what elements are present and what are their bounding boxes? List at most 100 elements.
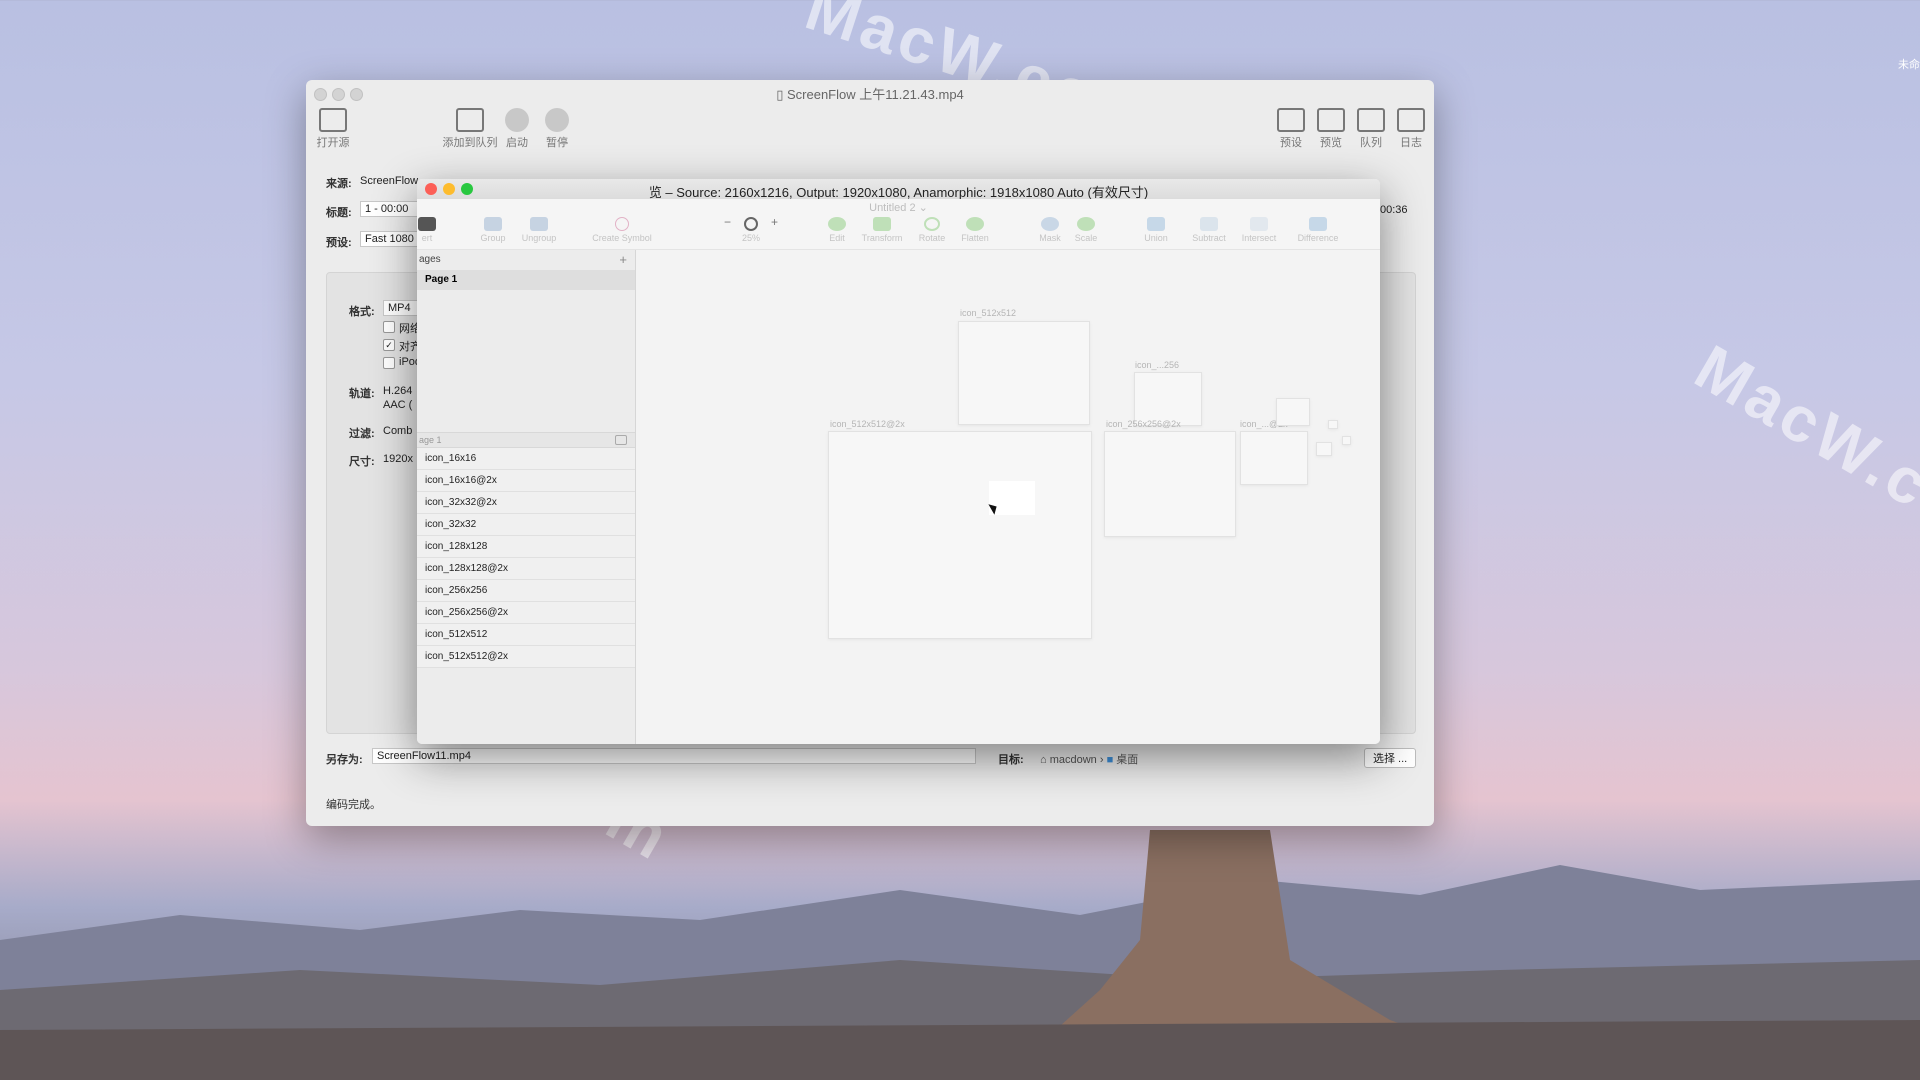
layer-item[interactable]: icon_32x32: [417, 514, 635, 536]
size-label: 尺寸:: [349, 456, 375, 468]
intersect-tool[interactable]: Intersect: [1231, 217, 1287, 243]
transform-icon: [873, 217, 891, 231]
subtract-tool[interactable]: Subtract: [1181, 217, 1237, 243]
open-source-button[interactable]: 打开源: [308, 108, 358, 150]
saveas-field[interactable]: ScreenFlow11.mp4: [372, 748, 976, 764]
union-icon: [1147, 217, 1165, 231]
layer-item[interactable]: icon_16x16: [417, 448, 635, 470]
insert-tool[interactable]: ert: [417, 217, 455, 243]
insert-icon: [418, 217, 436, 231]
filter-value: Comb: [383, 425, 413, 437]
tracks-label: 轨道:: [349, 388, 375, 400]
preview-icon: [1317, 108, 1345, 132]
layer-item[interactable]: icon_32x32@2x: [417, 492, 635, 514]
edit-icon: [828, 217, 846, 231]
subtract-icon: [1200, 217, 1218, 231]
option-checkbox-ipod[interactable]: [383, 357, 395, 369]
duration-value: 00:36: [1380, 204, 1408, 216]
difference-tool[interactable]: Difference: [1287, 217, 1349, 243]
layer-list: icon_16x16 icon_16x16@2x icon_32x32@2x i…: [417, 448, 635, 668]
preset-icon: [1277, 108, 1305, 132]
artboard-label: icon_512x512@2x: [830, 419, 905, 429]
preview-window: 览 – Source: 2160x1216, Output: 1920x1080…: [417, 179, 1380, 744]
zoom-in-button[interactable]: +: [771, 215, 778, 229]
document-icon: ▯: [776, 87, 787, 102]
artboard-256-2x[interactable]: [1104, 431, 1236, 537]
artboard-512[interactable]: [958, 321, 1090, 425]
add-page-button[interactable]: +: [619, 250, 627, 270]
artboard-small-2x[interactable]: [1240, 431, 1308, 485]
union-tool[interactable]: Union: [1128, 217, 1184, 243]
flatten-icon: [966, 217, 984, 231]
document-title: Untitled 2 ⌄: [869, 202, 928, 214]
desktop-mountains: [0, 830, 1920, 1080]
transform-tool[interactable]: Transform: [854, 217, 910, 243]
collapse-icon[interactable]: [615, 435, 627, 445]
layer-item[interactable]: icon_512x512: [417, 624, 635, 646]
tracks-value-audio: AAC (: [383, 399, 413, 411]
create-symbol-tool[interactable]: Create Symbol: [587, 217, 657, 243]
option-checkbox-network[interactable]: [383, 321, 395, 333]
preview-titlebar: 览 – Source: 2160x1216, Output: 1920x1080…: [417, 179, 1380, 200]
tracks-value-video: H.264: [383, 385, 413, 397]
title-label: 标题:: [326, 207, 352, 219]
layers-sidebar: ages + Page 1 age 1 icon_16x16 icon_16x1…: [417, 250, 636, 744]
format-label: 格式:: [349, 306, 375, 318]
target-path[interactable]: ⌂ macdown › ■ 桌面: [1040, 751, 1138, 767]
scale-tool[interactable]: Scale: [1058, 217, 1114, 243]
layers-header: age 1: [417, 432, 635, 448]
pages-header: ages +: [417, 250, 635, 270]
pause-icon: [545, 108, 569, 132]
layer-item[interactable]: icon_256x256: [417, 580, 635, 602]
artboard-label: icon_...256: [1135, 360, 1180, 370]
target-label: 目标:: [998, 754, 1024, 766]
layer-item[interactable]: icon_256x256@2x: [417, 602, 635, 624]
page-item-selected[interactable]: Page 1: [417, 270, 635, 290]
status-text: 编码完成。: [326, 799, 381, 811]
group-icon: [484, 217, 502, 231]
add-to-queue-icon: [456, 108, 484, 132]
queue-icon: [1357, 108, 1385, 132]
option-checkbox-align[interactable]: ✓: [383, 339, 395, 351]
ungroup-icon: [530, 217, 548, 231]
choose-button[interactable]: 选择 ...: [1364, 748, 1417, 768]
flatten-tool[interactable]: Flatten: [947, 217, 1003, 243]
desktop-corner-label: 未命: [1898, 59, 1920, 71]
artboard-small[interactable]: [1276, 398, 1310, 426]
source-label: 来源:: [326, 178, 352, 190]
design-canvas[interactable]: icon_512x512 icon_...256 icon_512x512@2x…: [636, 250, 1380, 744]
layer-item[interactable]: icon_512x512@2x: [417, 646, 635, 668]
artboard-label: icon_512x512: [960, 308, 1017, 318]
log-button[interactable]: 日志: [1386, 108, 1434, 150]
artboard-256[interactable]: [1134, 372, 1202, 426]
window-title: ▯ ScreenFlow 上午11.21.43.mp4: [776, 87, 964, 102]
ungroup-tool[interactable]: Ungroup: [511, 217, 567, 243]
play-icon: [505, 108, 529, 132]
design-toolbar: Untitled 2 ⌄ ert Group Ungroup Create Sy…: [417, 199, 1380, 250]
clapper-icon: [319, 108, 347, 132]
home-icon: ⌂: [1040, 754, 1050, 766]
preset-label: 预设:: [326, 237, 352, 249]
pause-button[interactable]: 暂停: [532, 108, 582, 150]
size-value: 1920x: [383, 453, 413, 465]
rotate-icon: [924, 217, 940, 231]
scale-icon: [1077, 217, 1095, 231]
filter-label: 过滤:: [349, 428, 375, 440]
artboard-tiny[interactable]: [1328, 420, 1338, 429]
artboard-512-2x[interactable]: [828, 431, 1092, 639]
folder-icon: ■: [1106, 754, 1117, 766]
layer-item[interactable]: icon_16x16@2x: [417, 470, 635, 492]
symbol-icon: [615, 217, 629, 231]
source-value: ScreenFlow: [360, 175, 419, 187]
artboard-tiny[interactable]: [1316, 442, 1332, 456]
artboard-label: icon_256x256@2x: [1106, 419, 1181, 429]
artboard-tiny[interactable]: [1342, 436, 1351, 445]
saveas-label: 另存为:: [326, 754, 363, 766]
difference-icon: [1309, 217, 1327, 231]
layer-item[interactable]: icon_128x128@2x: [417, 558, 635, 580]
intersect-icon: [1250, 217, 1268, 231]
watermark-right: MacW.com: [1683, 330, 1920, 575]
layer-item[interactable]: icon_128x128: [417, 536, 635, 558]
mask-icon: [1041, 217, 1059, 231]
log-icon: [1397, 108, 1425, 132]
